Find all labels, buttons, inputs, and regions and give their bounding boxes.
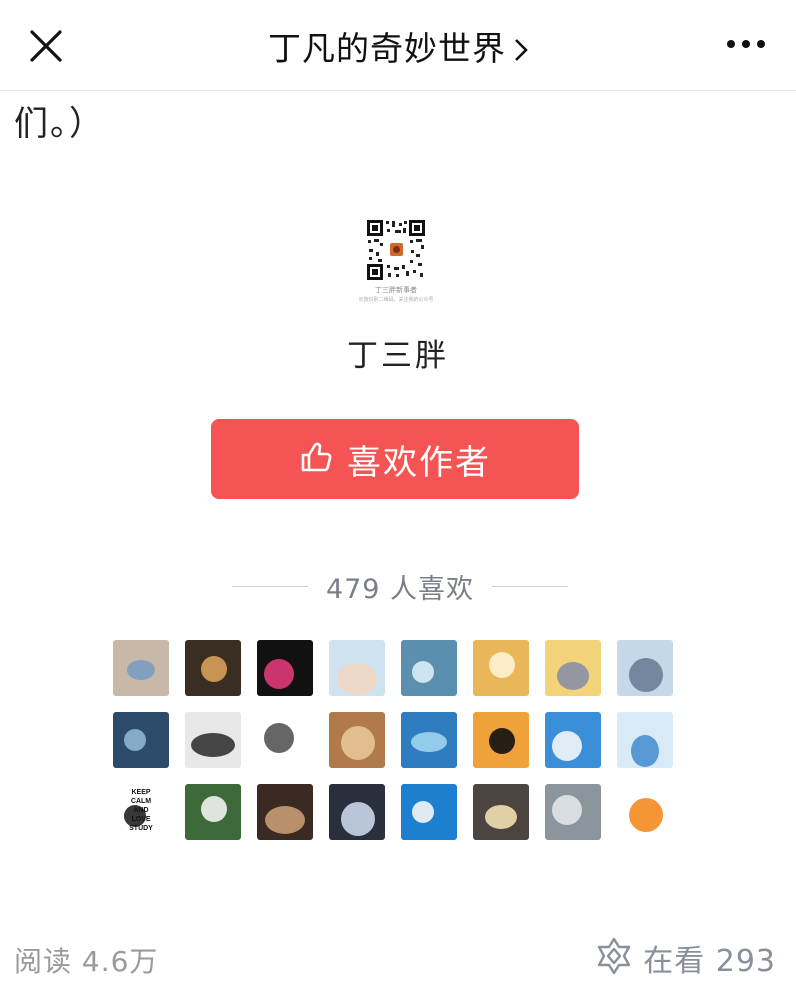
avatar-17[interactable]: KEEP CALM AND LOVE STUDY bbox=[113, 784, 169, 840]
avatar-23[interactable] bbox=[545, 784, 601, 840]
avatar-12[interactable] bbox=[329, 712, 385, 768]
thumbs-up-icon bbox=[299, 440, 333, 478]
like-author-label: 喜欢作者 bbox=[347, 442, 491, 483]
avatar-3[interactable] bbox=[257, 640, 313, 696]
avatar-21[interactable] bbox=[401, 784, 457, 840]
chevron-right-icon bbox=[514, 31, 528, 70]
avatar-19[interactable] bbox=[257, 784, 313, 840]
qr-code bbox=[366, 219, 426, 281]
avatar-9[interactable] bbox=[113, 712, 169, 768]
likes-count-row: 479 人喜欢 bbox=[232, 566, 568, 606]
qr-caption: 丁三胖新事者 长按识别二维码，关注我的公众号 bbox=[340, 285, 452, 305]
like-author-button[interactable]: 喜欢作者 bbox=[211, 419, 579, 499]
account-title-link[interactable]: 丁凡的奇妙世界 bbox=[0, 22, 796, 70]
avatar-14[interactable] bbox=[473, 712, 529, 768]
divider-left bbox=[232, 585, 308, 587]
top-navbar: 丁凡的奇妙世界 bbox=[0, 0, 796, 91]
keep-calm-text: KEEP CALM AND LOVE STUDY bbox=[129, 789, 153, 832]
avatar-11[interactable] bbox=[257, 712, 313, 768]
avatar-18[interactable] bbox=[185, 784, 241, 840]
wow-count: 在看 293 bbox=[643, 944, 776, 979]
liker-avatar-grid: KEEP CALM AND LOVE STUDY bbox=[113, 640, 681, 840]
wow-star-icon bbox=[595, 937, 633, 979]
account-title: 丁凡的奇妙世界 bbox=[268, 29, 506, 68]
avatar-5[interactable] bbox=[401, 640, 457, 696]
avatar-10[interactable] bbox=[185, 712, 241, 768]
avatar-16[interactable] bbox=[617, 712, 673, 768]
wow-button[interactable]: 在看 293 bbox=[595, 936, 776, 980]
avatar-1[interactable] bbox=[113, 640, 169, 696]
likes-count-text: 479 人喜欢 bbox=[325, 573, 475, 605]
avatar-8[interactable] bbox=[617, 640, 673, 696]
qr-hint: 长按识别二维码，关注我的公众号 bbox=[358, 297, 434, 303]
qr-account-name: 丁三胖新事者 bbox=[375, 286, 417, 294]
avatar-6[interactable] bbox=[473, 640, 529, 696]
avatar-22[interactable] bbox=[473, 784, 529, 840]
more-dots-icon[interactable] bbox=[726, 36, 766, 52]
avatar-7[interactable] bbox=[545, 640, 601, 696]
author-name: 丁三胖 bbox=[347, 338, 449, 374]
avatar-20[interactable] bbox=[329, 784, 385, 840]
avatar-15[interactable] bbox=[545, 712, 601, 768]
avatar-2[interactable] bbox=[185, 640, 241, 696]
read-count: 阅读 4.6万 bbox=[14, 945, 159, 978]
avatar-24[interactable] bbox=[617, 784, 673, 840]
divider-right bbox=[492, 585, 568, 587]
avatar-4[interactable] bbox=[329, 640, 385, 696]
article-tail-text: 们。） bbox=[14, 104, 105, 144]
avatar-13[interactable] bbox=[401, 712, 457, 768]
